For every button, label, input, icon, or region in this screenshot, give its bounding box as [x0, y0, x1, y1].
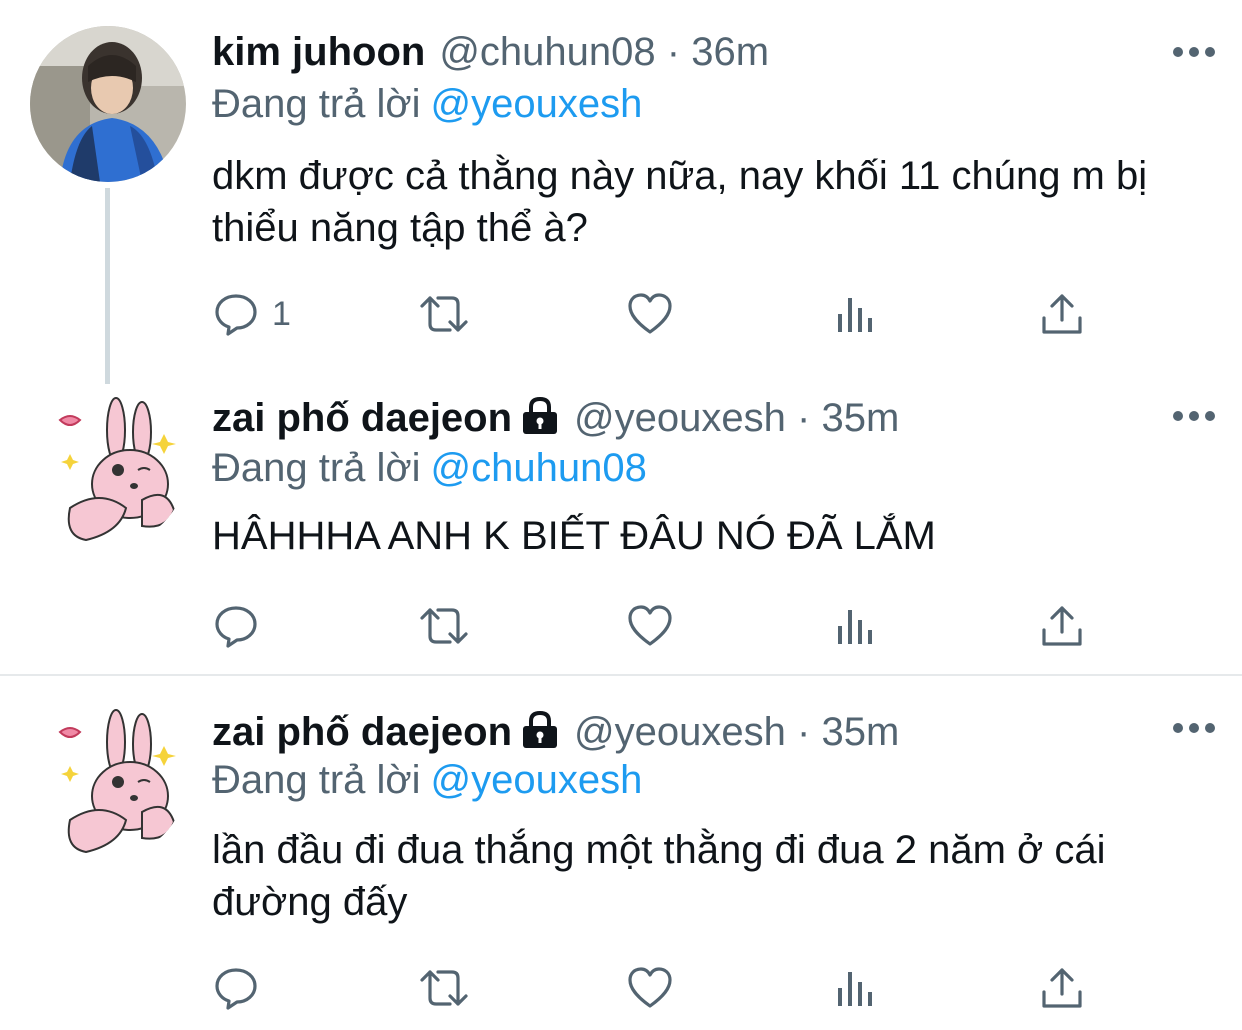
- tweet-3[interactable]: zai phố daejeon @yeouxesh · 35m Đang trả …: [0, 696, 1242, 1030]
- reply-icon: [215, 606, 257, 648]
- more-button[interactable]: [1172, 406, 1216, 426]
- tweet-header: zai phố daejeon @yeouxesh · 35m: [212, 394, 1152, 446]
- reply-icon: [215, 294, 257, 336]
- rabbit-avatar-icon: [30, 390, 186, 546]
- retweet-icon: [420, 608, 468, 644]
- separator-dot: ·: [797, 710, 811, 754]
- reply-count: 1: [272, 294, 291, 333]
- views-button[interactable]: [836, 964, 878, 1012]
- lock-icon: [520, 710, 560, 760]
- separator-dot: ·: [666, 30, 681, 74]
- tweet-actions: 1: [212, 290, 1092, 338]
- more-icon: [1173, 47, 1215, 57]
- like-button[interactable]: [626, 290, 674, 338]
- thread-line: [105, 188, 110, 384]
- separator-dot: ·: [797, 396, 811, 440]
- reply-mention-link[interactable]: @yeouxesh: [431, 758, 643, 802]
- lock-icon: [520, 396, 560, 446]
- views-icon: [838, 298, 872, 332]
- views-icon: [838, 610, 872, 644]
- more-button[interactable]: [1172, 42, 1216, 62]
- reply-mention-link[interactable]: @chuhun08: [431, 446, 647, 490]
- more-icon: [1173, 723, 1215, 733]
- tweet-text: lần đầu đi đua thắng một thằng đi đua 2 …: [212, 828, 1106, 924]
- reply-button[interactable]: [212, 602, 272, 650]
- user-handle[interactable]: @yeouxesh: [574, 396, 786, 440]
- replying-to-label: Đang trả lời: [212, 758, 421, 802]
- tweet-actions: [212, 964, 1092, 1012]
- share-icon: [1042, 606, 1082, 646]
- like-icon: [628, 605, 672, 646]
- share-icon: [1042, 968, 1082, 1008]
- avatar[interactable]: [30, 702, 186, 858]
- tweet-actions: [212, 602, 1092, 650]
- share-button[interactable]: [1040, 290, 1084, 338]
- views-button[interactable]: [836, 290, 878, 338]
- avatar[interactable]: [30, 26, 186, 182]
- display-name[interactable]: zai phố daejeon: [212, 710, 512, 754]
- replying-to-label: Đang trả lời: [212, 82, 421, 126]
- tweet-divider: [0, 674, 1242, 676]
- reply-button[interactable]: [212, 964, 272, 1012]
- tweet-text: HÂHHHA ANH K BIẾT ĐÂU NÓ ĐÃ LẮM: [212, 514, 936, 558]
- share-icon: [1042, 294, 1082, 334]
- share-button[interactable]: [1040, 602, 1084, 650]
- tweet-header: zai phố daejeon @yeouxesh · 35m: [212, 708, 1152, 760]
- display-name[interactable]: zai phố daejeon: [212, 396, 512, 440]
- user-handle[interactable]: @chuhun08: [439, 30, 655, 74]
- tweet-text: dkm được cả thằng này nữa, nay khối 11 c…: [212, 154, 1148, 250]
- rabbit-avatar-icon: [30, 702, 186, 858]
- like-button[interactable]: [626, 964, 674, 1012]
- reply-button[interactable]: 1: [212, 290, 291, 338]
- replying-to: Đang trả lời @chuhun08: [212, 444, 647, 492]
- retweet-button[interactable]: [416, 290, 472, 338]
- timestamp[interactable]: 35m: [821, 710, 899, 754]
- tweet-header: kim juhoon @chuhun08 · 36m: [212, 28, 1152, 76]
- like-icon: [628, 293, 672, 334]
- timestamp[interactable]: 36m: [691, 30, 769, 74]
- retweet-icon: [420, 970, 468, 1006]
- timestamp[interactable]: 35m: [821, 396, 899, 440]
- reply-icon: [215, 968, 257, 1010]
- retweet-icon: [420, 296, 468, 332]
- replying-to: Đang trả lời @yeouxesh: [212, 80, 642, 128]
- like-button[interactable]: [626, 602, 674, 650]
- more-icon: [1173, 411, 1215, 421]
- tweet-1[interactable]: kim juhoon @chuhun08 · 36m Đang trả lời @y…: [0, 0, 1242, 384]
- replying-to-label: Đang trả lời: [212, 446, 421, 490]
- reply-mention-link[interactable]: @yeouxesh: [431, 82, 643, 126]
- views-button[interactable]: [836, 602, 878, 650]
- retweet-button[interactable]: [416, 964, 472, 1012]
- replying-to: Đang trả lời @yeouxesh: [212, 756, 642, 804]
- views-icon: [838, 972, 872, 1006]
- retweet-button[interactable]: [416, 602, 472, 650]
- user-photo-icon: [30, 26, 186, 182]
- display-name[interactable]: kim juhoon: [212, 30, 425, 74]
- user-handle[interactable]: @yeouxesh: [574, 710, 786, 754]
- tweet-2[interactable]: zai phố daejeon @yeouxesh · 35m Đang trả …: [0, 384, 1242, 674]
- more-button[interactable]: [1172, 718, 1216, 738]
- share-button[interactable]: [1040, 964, 1084, 1012]
- avatar[interactable]: [30, 390, 186, 546]
- like-icon: [628, 967, 672, 1008]
